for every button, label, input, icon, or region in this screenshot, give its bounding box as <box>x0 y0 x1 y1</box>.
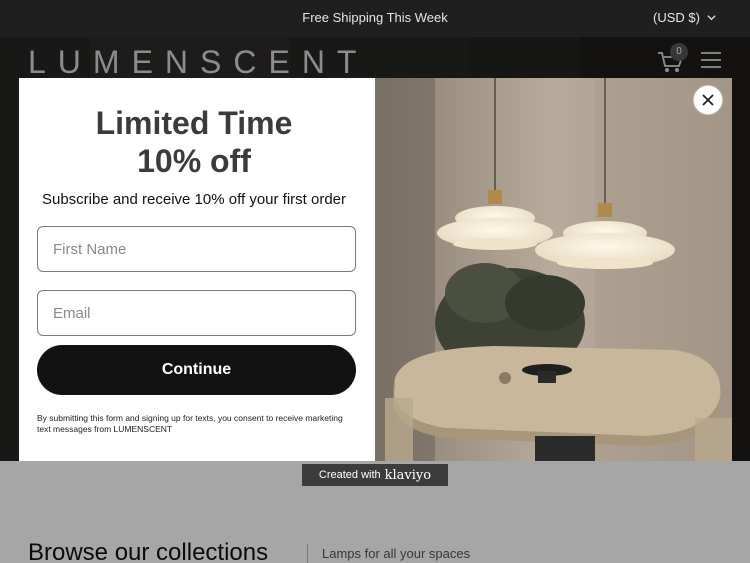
currency-selector[interactable]: (USD $) <box>653 10 717 25</box>
signup-popup: Limited Time 10% off Subscribe and recei… <box>19 78 732 461</box>
close-icon <box>702 94 714 106</box>
dining-room-image <box>375 78 732 461</box>
popup-discount: 10% off <box>137 143 251 179</box>
popup-form-panel: Limited Time 10% off Subscribe and recei… <box>19 78 375 461</box>
close-button[interactable] <box>693 85 723 115</box>
first-name-field[interactable] <box>37 226 356 272</box>
email-field[interactable] <box>37 290 356 336</box>
klaviyo-logo: klaviyo <box>384 467 432 483</box>
pendant-lamps-photo <box>375 78 732 461</box>
currency-label: (USD $) <box>653 10 700 25</box>
announcement-bar: Free Shipping This Week (USD $) <box>0 0 750 37</box>
klaviyo-badge[interactable]: Created with klaviyo <box>302 464 448 486</box>
chevron-down-icon <box>707 15 716 21</box>
popup-headline: Limited Time <box>95 105 293 141</box>
popup-subtext: Subscribe and receive 10% off your first… <box>41 191 347 208</box>
created-with-label: Created with <box>318 469 381 481</box>
continue-button[interactable]: Continue <box>37 345 356 395</box>
announcement-message: Free Shipping This Week <box>302 10 448 25</box>
consent-disclaimer: By submitting this form and signing up f… <box>37 413 343 434</box>
